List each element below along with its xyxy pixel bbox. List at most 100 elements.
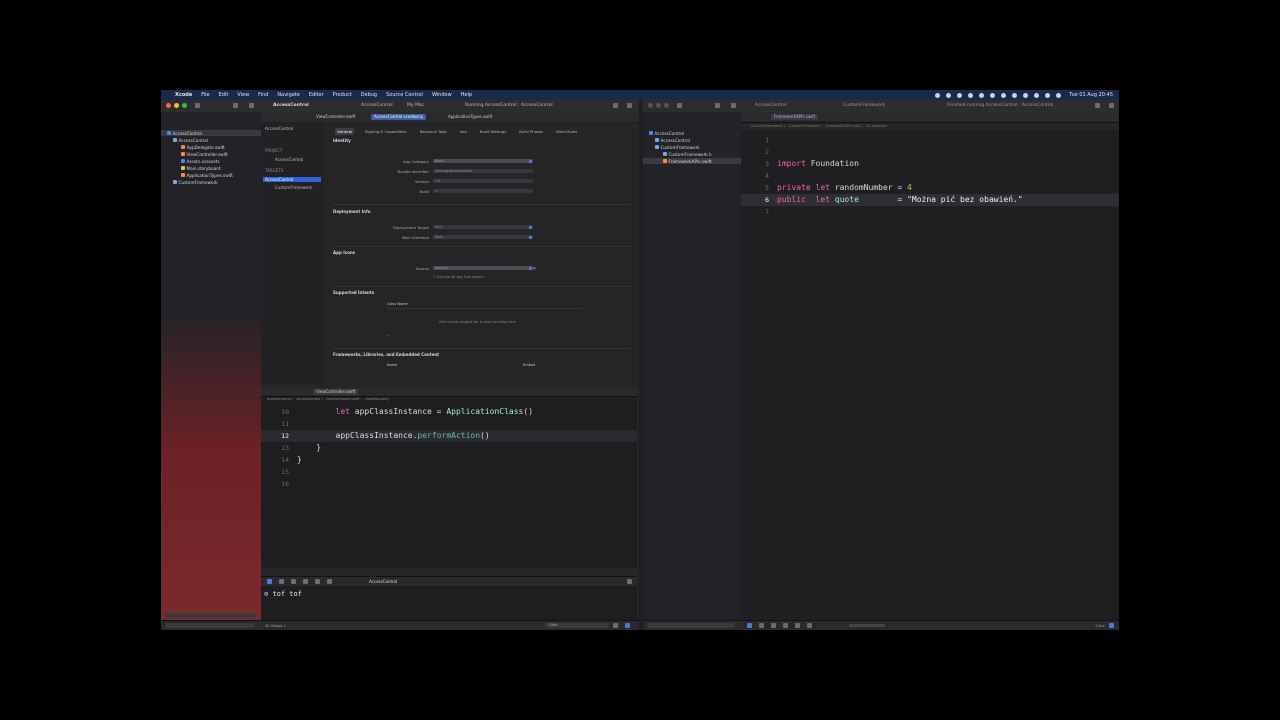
stop-icon[interactable] [715, 103, 720, 108]
scheme-selector[interactable]: AccessControl [361, 103, 393, 108]
nav-item-file[interactable]: Main.storyboard [181, 165, 221, 171]
tab-resource-tags[interactable]: Resource Tags [418, 128, 449, 135]
code-editor[interactable]: 1 2 3 import Foundation 4 5 private let ra… [741, 130, 1119, 620]
project-breadcrumb[interactable]: AccessControl [265, 126, 293, 131]
menu-product[interactable]: Product [333, 92, 352, 98]
nav-item-file[interactable]: AppDelegate.swift [181, 144, 225, 150]
split-console-icon[interactable] [627, 579, 632, 584]
zoom-slider[interactable] [849, 624, 885, 627]
status-icon[interactable] [935, 92, 941, 98]
close-window-button[interactable] [648, 103, 653, 108]
menu-xcode[interactable]: Xcode [175, 92, 192, 98]
status-icon[interactable] [968, 92, 974, 98]
breakpoints-icon[interactable] [279, 579, 284, 584]
arrow-circle-icon[interactable]: ◉ [533, 266, 536, 270]
app-category-select[interactable]: None [433, 159, 533, 163]
step-into-icon[interactable] [795, 623, 800, 628]
close-window-button[interactable] [166, 103, 171, 108]
main-interface-select[interactable]: Main [433, 235, 533, 239]
scheme-selector[interactable]: CustomFramework [843, 103, 885, 108]
tab-signing[interactable]: Signing & Capabilities [363, 128, 409, 135]
status-icon[interactable] [957, 92, 963, 98]
nav-item-group[interactable]: AccessControl [173, 137, 208, 143]
menu-find[interactable]: Find [258, 92, 268, 98]
device-selector[interactable]: My Mac [407, 103, 424, 108]
tab-applicationtypes[interactable]: ApplicationTypes.swift [445, 114, 495, 120]
target-item[interactable]: AccessControl [263, 177, 321, 182]
sidebar-toggle-icon[interactable] [195, 103, 200, 108]
menu-help[interactable]: Help [461, 92, 472, 98]
hide-debug-area-icon[interactable] [267, 579, 272, 584]
section-app-icons[interactable]: App Icons [333, 250, 355, 255]
add-intent-button[interactable]: + [387, 334, 390, 338]
code-line[interactable]: 13 } [261, 442, 637, 454]
library-plus-icon[interactable] [613, 103, 618, 108]
nav-item-group[interactable]: CustomFramework [655, 144, 700, 150]
step-out-icon[interactable] [807, 623, 812, 628]
status-icon[interactable] [979, 92, 985, 98]
tab-info[interactable]: Info [458, 128, 469, 135]
minimize-window-button[interactable] [656, 103, 661, 108]
code-editor[interactable]: ViewController.swift AccessControl 〉 Acc… [261, 388, 637, 568]
nav-item-file[interactable]: Assets.xcassets [181, 158, 220, 164]
tab-viewcontroller[interactable]: ViewController.swift [313, 114, 358, 120]
output-selector[interactable]: All Output ◊ [265, 624, 285, 628]
step-out-icon[interactable] [327, 579, 332, 584]
status-icon[interactable] [1012, 92, 1018, 98]
tab-build-rules[interactable]: Build Rules [554, 128, 579, 135]
siri-icon[interactable] [1056, 92, 1062, 98]
code-line-current[interactable]: 6 public let quote = "Można pić bez obawi… [741, 194, 1119, 206]
code-line[interactable]: 14} [261, 454, 637, 466]
app-icon-source-select[interactable]: AppIcon [433, 266, 533, 270]
code-line[interactable]: 1 [741, 134, 1119, 146]
tab-viewcontroller[interactable]: ViewController.swift [313, 389, 359, 395]
code-line-current[interactable]: 12 appClassInstance.performAction() [261, 430, 637, 442]
nav-item-file[interactable]: ApplicationTypes.swift [181, 172, 233, 178]
code-line[interactable]: 15 [261, 466, 637, 478]
navigator-filter-field[interactable] [165, 623, 255, 628]
tab-build-settings[interactable]: Build Settings [478, 128, 508, 135]
inspector-toggle-icon[interactable] [1109, 103, 1114, 108]
nav-item-file[interactable]: CustomFramework.h [663, 151, 712, 157]
bundle-identifier-field[interactable]: com.xcg.AccessControl [433, 169, 533, 173]
code-line[interactable]: 10 let appClassInstance = ApplicationCla… [261, 406, 637, 418]
menu-file[interactable]: File [201, 92, 209, 98]
menu-editor[interactable]: Editor [309, 92, 324, 98]
tab-frameworkapis[interactable]: FrameworkAPIs.swift [771, 114, 819, 120]
menu-window[interactable]: Window [432, 92, 452, 98]
target-item[interactable]: CustomFramework [275, 185, 312, 190]
run-icon[interactable] [731, 103, 736, 108]
zoom-window-button[interactable] [182, 103, 187, 108]
pause-icon[interactable] [291, 579, 296, 584]
step-over-icon[interactable] [783, 623, 788, 628]
code-line[interactable]: 3 import Foundation [741, 158, 1119, 170]
include-all-icons-checkbox[interactable]: ☐ Include all app icon assets [433, 275, 484, 279]
code-line[interactable]: 5 private let randomNumber = 4 [741, 182, 1119, 194]
stop-icon[interactable] [233, 103, 238, 108]
console-filter-field[interactable]: Filter [545, 623, 609, 628]
library-plus-icon[interactable] [1095, 103, 1100, 108]
minimize-window-button[interactable] [174, 103, 179, 108]
nav-item-project[interactable]: AccessControl [161, 130, 261, 136]
zoom-window-button[interactable] [664, 103, 669, 108]
section-identity[interactable]: Identity [333, 138, 351, 143]
pause-icon[interactable] [771, 623, 776, 628]
build-field[interactable]: 1 [433, 189, 533, 193]
console-layout-icon[interactable] [625, 623, 630, 628]
inspector-toggle-icon[interactable] [627, 103, 632, 108]
menu-source-control[interactable]: Source Control [386, 92, 423, 98]
section-deployment-info[interactable]: Deployment Info [333, 209, 370, 214]
menu-edit[interactable]: Edit [219, 92, 229, 98]
search-icon[interactable] [1034, 92, 1040, 98]
trash-icon[interactable] [613, 623, 618, 628]
console-layout-icon[interactable] [1109, 623, 1114, 628]
section-frameworks[interactable]: Frameworks, Libraries, and Embedded Cont… [333, 352, 439, 357]
status-icon[interactable] [1001, 92, 1007, 98]
scheme-title[interactable]: AccessControl [755, 103, 787, 108]
status-icon[interactable] [946, 92, 952, 98]
step-over-icon[interactable] [303, 579, 308, 584]
menu-debug[interactable]: Debug [361, 92, 377, 98]
debug-console[interactable]: ⊙ tof tof [261, 586, 637, 620]
jump-bar[interactable]: CustomFramework 〉 CustomFramework 〉 Fram… [741, 122, 1119, 130]
code-line[interactable]: 2 [741, 146, 1119, 158]
